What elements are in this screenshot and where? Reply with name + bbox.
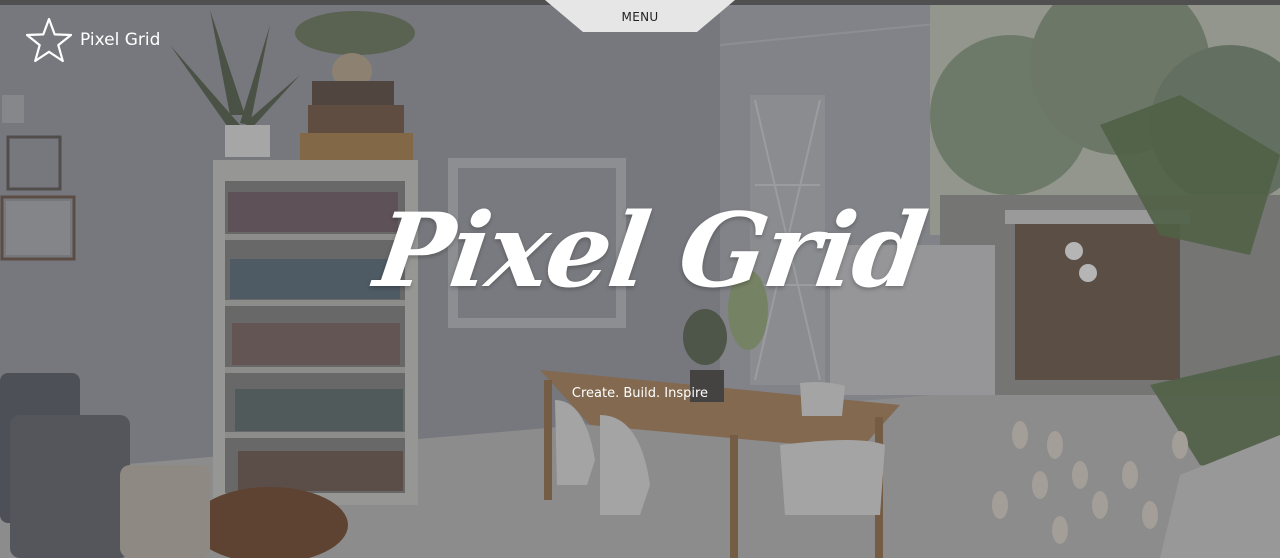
menu-button[interactable]: MENU bbox=[545, 0, 735, 37]
brand-logo-link[interactable]: Pixel Grid bbox=[26, 17, 161, 63]
hero-title: Pixel Grid bbox=[368, 191, 932, 311]
menu-label: MENU bbox=[621, 10, 659, 24]
page: Pixel Grid MENU Pixel Grid Create. Build… bbox=[0, 0, 1280, 558]
brand-name: Pixel Grid bbox=[80, 30, 161, 50]
hero-tagline: Create. Build. Inspire bbox=[571, 386, 709, 401]
star-outline-icon bbox=[26, 17, 72, 63]
